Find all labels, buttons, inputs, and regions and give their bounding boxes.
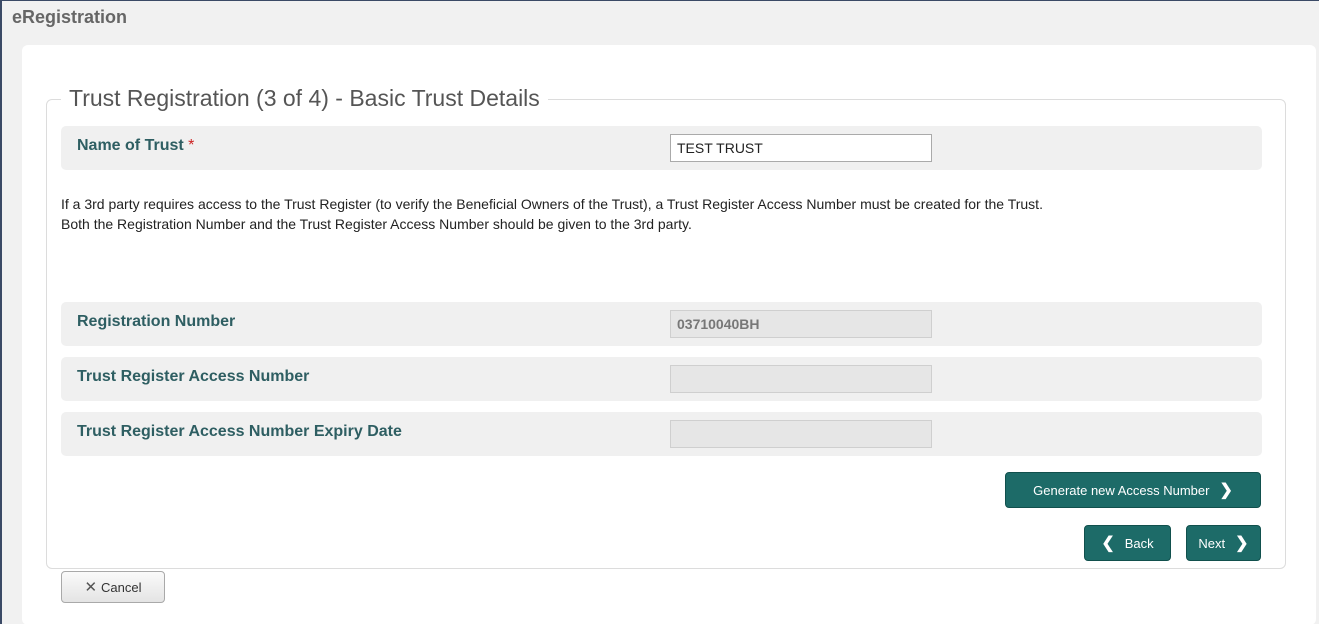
info-line-2: Both the Registration Number and the Tru… xyxy=(61,216,692,232)
access-expiry-field xyxy=(670,420,932,448)
back-label: Back xyxy=(1124,535,1154,551)
name-of-trust-label-text: Name of Trust xyxy=(77,137,184,154)
required-marker: * xyxy=(188,137,195,154)
next-button[interactable]: Next ❯ xyxy=(1186,525,1261,561)
info-text: If a 3rd party requires access to the Tr… xyxy=(61,194,1271,234)
chevron-left-icon: ❮ xyxy=(1101,535,1115,552)
generate-access-number-label: Generate new Access Number xyxy=(1033,482,1210,498)
access-number-row: Trust Register Access Number xyxy=(61,357,1262,401)
registration-number-label: Registration Number xyxy=(77,313,236,330)
access-expiry-row: Trust Register Access Number Expiry Date xyxy=(61,412,1262,456)
app-title: eRegistration xyxy=(12,7,128,27)
access-number-field xyxy=(670,365,932,393)
name-of-trust-input[interactable] xyxy=(670,134,932,162)
next-label: Next xyxy=(1198,535,1226,551)
info-line-1: If a 3rd party requires access to the Tr… xyxy=(61,196,1043,212)
generate-access-number-button[interactable]: Generate new Access Number ❯ xyxy=(1005,472,1261,508)
close-icon: ✕ xyxy=(84,579,98,596)
access-expiry-label: Trust Register Access Number Expiry Date xyxy=(77,423,402,440)
form-legend: Trust Registration (3 of 4) - Basic Trus… xyxy=(61,85,548,112)
access-number-label: Trust Register Access Number xyxy=(77,368,310,385)
registration-number-row: Registration Number xyxy=(61,302,1262,346)
name-of-trust-label: Name of Trust * xyxy=(77,137,194,155)
back-button[interactable]: ❮ Back xyxy=(1084,525,1171,561)
cancel-button[interactable]: ✕ Cancel xyxy=(61,571,165,603)
registration-number-field xyxy=(670,310,932,338)
cancel-label: Cancel xyxy=(101,579,142,595)
chevron-right-icon: ❯ xyxy=(1235,535,1249,552)
main-panel: Trust Registration (3 of 4) - Basic Trus… xyxy=(22,45,1316,625)
trust-details-fieldset: Trust Registration (3 of 4) - Basic Trus… xyxy=(46,85,1286,603)
chevron-right-icon: ❯ xyxy=(1219,482,1233,499)
name-of-trust-row: Name of Trust * xyxy=(61,126,1262,170)
app-window: eRegistration Trust Registration (3 of 4… xyxy=(0,0,1319,625)
